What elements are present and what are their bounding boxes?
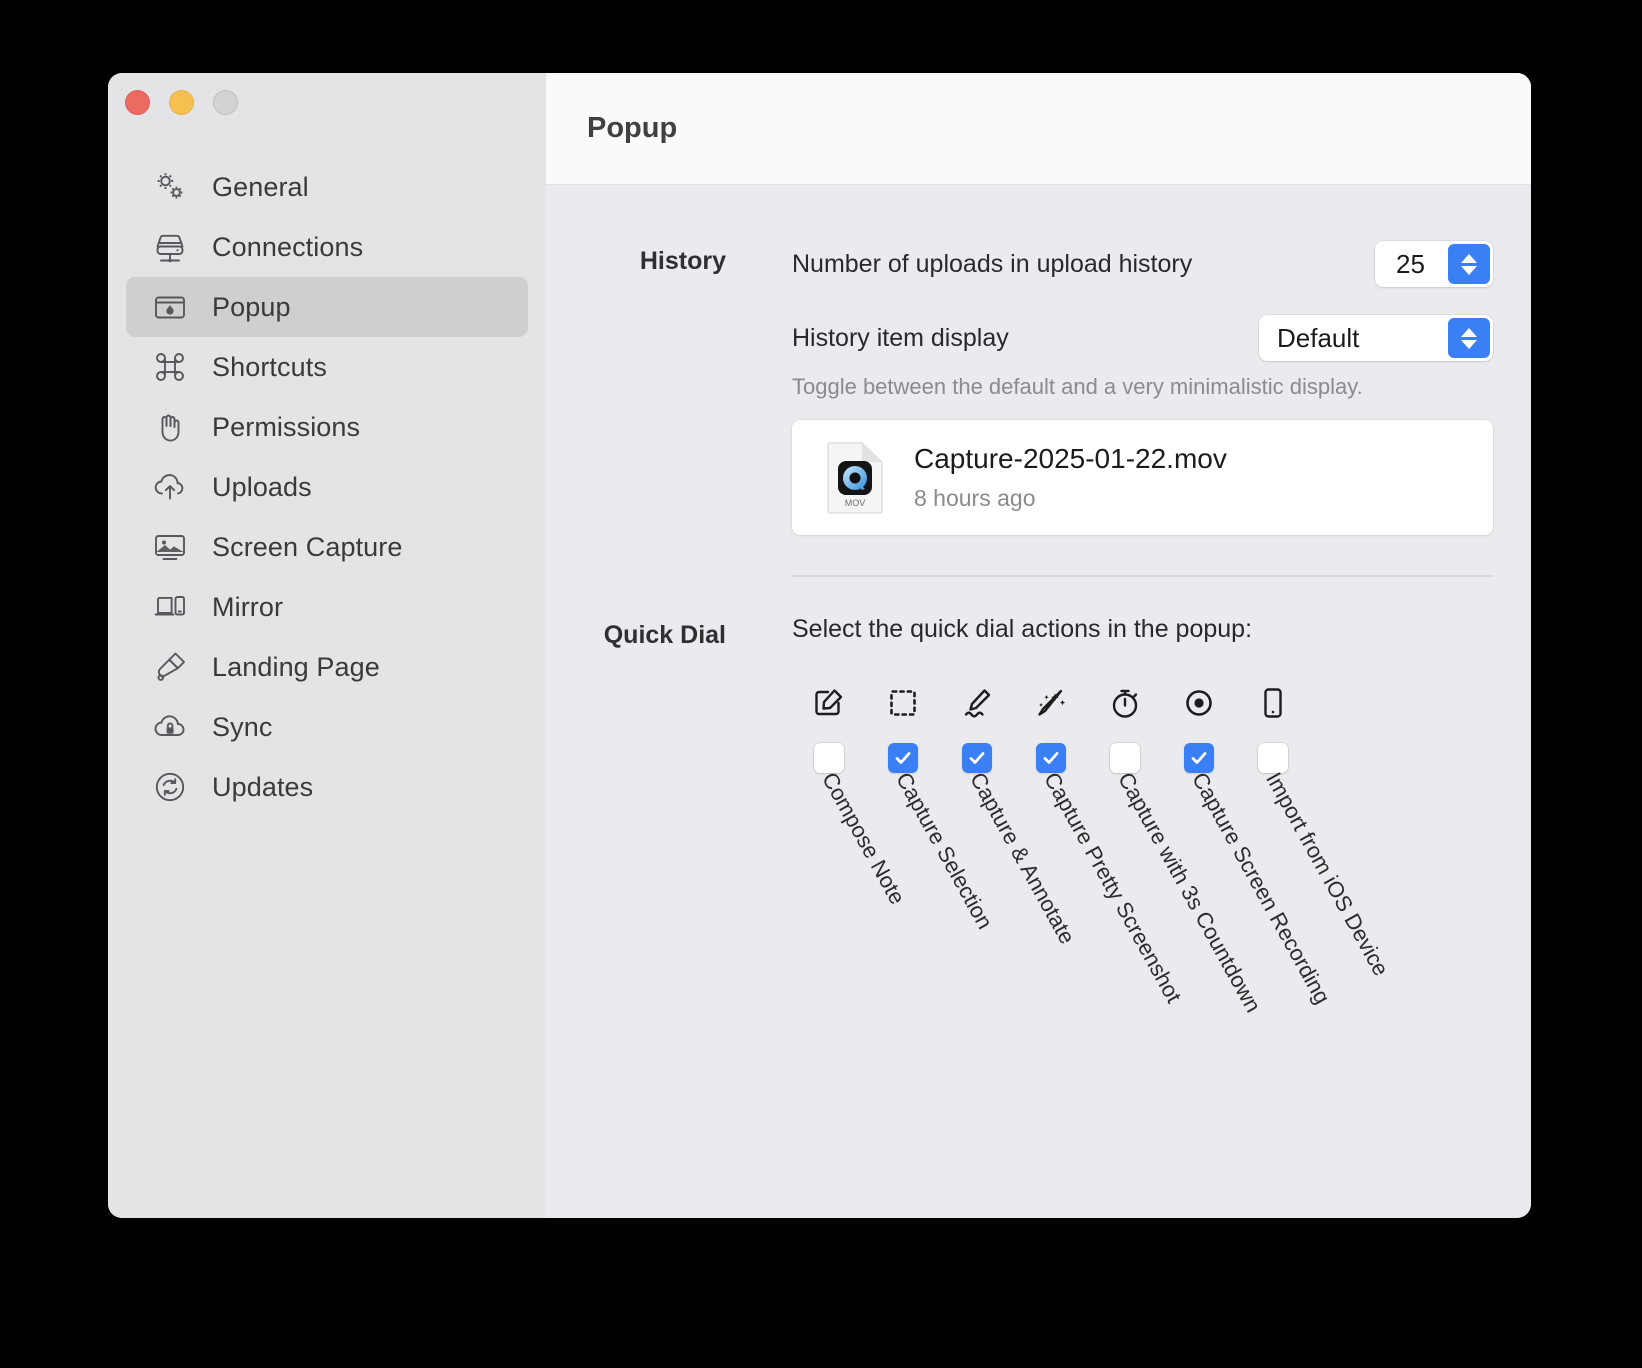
quicktime-mov-file-icon: MOV: [826, 442, 884, 514]
quick-dial-grid: Compose Note Capture Selectio: [792, 682, 1493, 773]
hand-icon: [150, 407, 190, 447]
record-dot-icon: [1182, 682, 1216, 724]
history-file-name: Capture-2025-01-22.mov: [914, 443, 1227, 475]
window-traffic-lights: [108, 73, 546, 115]
history-section: History Number of uploads in upload hist…: [546, 185, 1531, 535]
sidebar-item-sync[interactable]: Sync: [126, 697, 528, 757]
select-chevrons-icon[interactable]: [1448, 318, 1490, 358]
sidebar-item-label: Shortcuts: [212, 352, 327, 383]
cloud-lock-icon: [150, 707, 190, 747]
content-pane: Popup History Number of uploads in uploa…: [546, 73, 1531, 1218]
sidebar-item-label: Updates: [212, 772, 313, 803]
sidebar-item-screen-capture[interactable]: Screen Capture: [126, 517, 528, 577]
sidebar-item-label: Screen Capture: [212, 532, 403, 563]
svg-text:MOV: MOV: [845, 498, 866, 508]
upload-count-label: Number of uploads in upload history: [792, 250, 1192, 279]
sidebar-item-label: Uploads: [212, 472, 312, 503]
pen-annotate-icon: [960, 682, 994, 724]
sidebar-item-permissions[interactable]: Permissions: [126, 397, 528, 457]
item-display-select[interactable]: Default: [1259, 315, 1493, 361]
upload-count-stepper[interactable]: 25: [1375, 241, 1493, 287]
stopwatch-icon: [1108, 682, 1142, 724]
sidebar-item-mirror[interactable]: Mirror: [126, 577, 528, 637]
history-file-time: 8 hours ago: [914, 485, 1227, 512]
item-display-row: History item display Default: [792, 315, 1493, 361]
quick-dial-section-label: Quick Dial: [546, 615, 726, 650]
quick-dial-option-capture-selection: Capture Selection: [866, 682, 940, 773]
close-button[interactable]: [125, 90, 150, 115]
image-monitor-icon: [150, 527, 190, 567]
preferences-window: General Connections: [108, 73, 1531, 1218]
popup-window-icon: [150, 287, 190, 327]
sidebar-nav: General Connections: [108, 157, 546, 817]
content-body: History Number of uploads in upload hist…: [546, 185, 1531, 1218]
cloud-upload-icon: [150, 467, 190, 507]
sidebar-item-shortcuts[interactable]: Shortcuts: [126, 337, 528, 397]
sidebar-item-label: Connections: [212, 232, 363, 263]
quick-dial-label: Capture with 3s Countdown: [1112, 768, 1266, 1017]
quick-dial-option-compose-note: Compose Note: [792, 682, 866, 773]
server-network-icon: [150, 227, 190, 267]
upload-count-value[interactable]: 25: [1375, 249, 1448, 280]
sidebar-item-label: Popup: [212, 292, 291, 323]
selection-marquee-icon: [886, 682, 920, 724]
item-display-value: Default: [1277, 323, 1448, 354]
history-section-body: Number of uploads in upload history 25 H…: [792, 241, 1531, 535]
zoom-button[interactable]: [213, 90, 238, 115]
quick-dial-option-capture-annotate: Capture & Annotate: [940, 682, 1014, 773]
compose-note-icon: [812, 682, 846, 724]
sidebar-item-landing-page[interactable]: Landing Page: [126, 637, 528, 697]
quick-dial-label: Capture Screen Recording: [1186, 768, 1335, 1008]
magic-wand-icon: [1034, 682, 1068, 724]
history-section-label: History: [546, 241, 726, 276]
quick-dial-option-capture-pretty: Capture Pretty Screenshot: [1014, 682, 1088, 773]
quick-dial-section: Quick Dial Select the quick dial actions…: [546, 577, 1531, 773]
quick-dial-option-import-ios: Import from iOS Device: [1236, 682, 1310, 773]
sidebar-item-popup[interactable]: Popup: [126, 277, 528, 337]
sidebar: General Connections: [108, 73, 546, 1218]
refresh-circle-icon: [150, 767, 190, 807]
sidebar-item-label: Landing Page: [212, 652, 380, 683]
sidebar-item-label: Mirror: [212, 592, 283, 623]
command-key-icon: [150, 347, 190, 387]
sidebar-item-general[interactable]: General: [126, 157, 528, 217]
quick-dial-option-capture-countdown: Capture with 3s Countdown: [1088, 682, 1162, 773]
page-title: Popup: [587, 112, 677, 145]
content-titlebar: Popup: [546, 73, 1531, 185]
mobile-device-icon: [1256, 682, 1290, 724]
gears-icon: [150, 167, 190, 207]
quick-dial-section-body: Select the quick dial actions in the pop…: [792, 615, 1531, 773]
item-display-label: History item display: [792, 324, 1009, 353]
quick-dial-option-screen-recording: Capture Screen Recording: [1162, 682, 1236, 773]
sidebar-item-label: Sync: [212, 712, 272, 743]
quick-dial-label: Capture Pretty Screenshot: [1038, 768, 1186, 1007]
sidebar-item-label: General: [212, 172, 309, 203]
minimize-button[interactable]: [169, 90, 194, 115]
sidebar-item-label: Permissions: [212, 412, 360, 443]
quick-dial-prompt: Select the quick dial actions in the pop…: [792, 615, 1493, 644]
stepper-arrows-icon[interactable]: [1448, 244, 1490, 284]
sidebar-item-connections[interactable]: Connections: [126, 217, 528, 277]
history-preview-item[interactable]: MOV Capture-2025-01-22.mov 8 hours ago: [792, 420, 1493, 535]
sidebar-item-updates[interactable]: Updates: [126, 757, 528, 817]
upload-count-row: Number of uploads in upload history 25: [792, 241, 1493, 287]
item-display-hint: Toggle between the default and a very mi…: [792, 374, 1493, 400]
paintbrush-icon: [150, 647, 190, 687]
laptop-phone-icon: [150, 587, 190, 627]
sidebar-item-uploads[interactable]: Uploads: [126, 457, 528, 517]
history-preview-meta: Capture-2025-01-22.mov 8 hours ago: [914, 443, 1227, 512]
